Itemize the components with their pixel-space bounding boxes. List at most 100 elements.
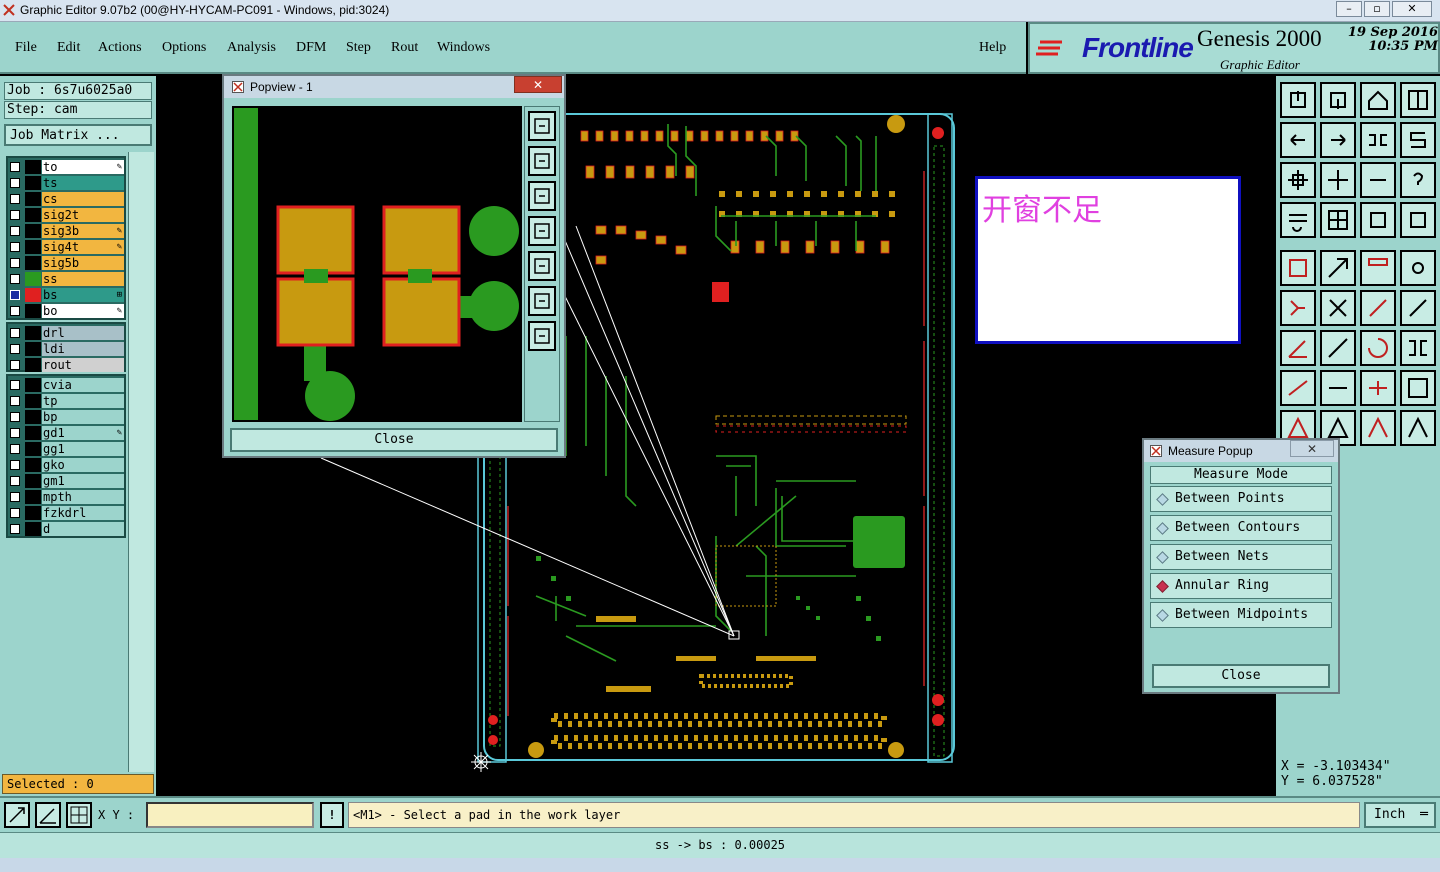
xy-input[interactable] xyxy=(146,802,314,828)
layer-color-swatch[interactable] xyxy=(25,288,41,302)
layer-name[interactable]: drl xyxy=(42,326,124,340)
layer-name[interactable]: bo ✎ xyxy=(42,304,124,318)
layer-active-tool-button[interactable] xyxy=(1400,202,1436,238)
circle-tool-button[interactable] xyxy=(1400,250,1436,286)
layer-name[interactable]: to ✎ xyxy=(42,160,124,174)
layer-checkbox[interactable] xyxy=(10,460,20,470)
layer-name[interactable]: ss xyxy=(42,272,124,286)
split-tool-button[interactable] xyxy=(1400,330,1436,366)
layer-checkbox[interactable] xyxy=(10,274,20,284)
arc-tool-button[interactable] xyxy=(1360,410,1396,446)
layer-row-gg1[interactable]: gg1 xyxy=(8,441,124,457)
node-tool-button[interactable] xyxy=(1280,290,1316,326)
layer-row-rout[interactable]: rout xyxy=(8,357,124,373)
prompt-alert-button[interactable]: ! xyxy=(320,802,344,828)
layer-row-sig4t[interactable]: sig4t ✎ xyxy=(8,239,124,255)
arc2-tool-button[interactable] xyxy=(1400,410,1436,446)
layer-name[interactable]: bs ⊞ xyxy=(42,288,124,302)
menu-options[interactable]: Options xyxy=(162,40,206,56)
layer-color-swatch[interactable] xyxy=(25,176,41,190)
measure-mode-option[interactable]: Between Nets xyxy=(1150,544,1332,570)
menu-windows[interactable]: Windows xyxy=(437,40,490,56)
move-left-popview-button[interactable] xyxy=(528,216,556,246)
layer-row-gm1[interactable]: gm1 xyxy=(8,473,124,489)
layer-name[interactable]: cvia xyxy=(42,378,124,392)
layer-checkbox[interactable] xyxy=(10,328,20,338)
zoom-fit-tool-button[interactable] xyxy=(1320,162,1356,198)
layer-row-bp[interactable]: bp xyxy=(8,409,124,425)
layer-row-tp[interactable]: tp xyxy=(8,393,124,409)
measure-tool-button[interactable] xyxy=(35,802,61,828)
layer-checkbox[interactable] xyxy=(10,306,20,316)
layer-checkbox[interactable] xyxy=(10,380,20,390)
layer-name[interactable]: sig4t ✎ xyxy=(42,240,124,254)
layer-checkbox[interactable] xyxy=(10,396,20,406)
menu-rout[interactable]: Rout xyxy=(391,40,418,56)
layer-checkbox[interactable] xyxy=(10,344,20,354)
help-tool-button[interactable] xyxy=(1400,162,1436,198)
layer-checkbox[interactable] xyxy=(10,444,20,454)
minimize-button[interactable]: – xyxy=(1336,1,1362,17)
dist-tool-button[interactable] xyxy=(1280,370,1316,406)
layer-color-swatch[interactable] xyxy=(25,410,41,424)
popview-titlebar[interactable]: Popview - 1 ✕ xyxy=(224,76,564,98)
layer-row-sig3b[interactable]: sig3b ✎ xyxy=(8,223,124,239)
menu-actions[interactable]: Actions xyxy=(98,40,142,56)
grid-tool-button[interactable] xyxy=(1320,202,1356,238)
measure-mode-option[interactable]: Between Points xyxy=(1150,486,1332,512)
layer-checkbox[interactable] xyxy=(10,162,20,172)
layer-checkbox[interactable] xyxy=(10,242,20,252)
layer-row-drl[interactable]: drl xyxy=(8,325,124,341)
layer-checkbox[interactable] xyxy=(10,290,20,300)
popview-close-button[interactable]: Close xyxy=(230,428,558,452)
grid-tool-button[interactable] xyxy=(66,802,92,828)
layer-name[interactable]: bp xyxy=(42,410,124,424)
layer-color-swatch[interactable] xyxy=(25,378,41,392)
layer-checkbox[interactable] xyxy=(10,360,20,370)
layer-row-ts[interactable]: ts xyxy=(8,175,124,191)
layer-row-d[interactable]: d xyxy=(8,521,124,537)
layer-row-bs[interactable]: bs ⊞ xyxy=(8,287,124,303)
layer-row-cs[interactable]: cs xyxy=(8,191,124,207)
job-matrix-button[interactable]: Job Matrix ... xyxy=(4,124,152,146)
move-right-tool-button[interactable] xyxy=(1320,122,1356,158)
layer-row-ldi[interactable]: ldi xyxy=(8,341,124,357)
ruler-tool-button[interactable] xyxy=(1360,250,1396,286)
menu-edit[interactable]: Edit xyxy=(57,40,80,56)
polygon-tool-button[interactable] xyxy=(1320,250,1356,286)
layer-row-gd1[interactable]: gd1 ✎ xyxy=(8,425,124,441)
layer-checkbox[interactable] xyxy=(10,476,20,486)
layer-color-swatch[interactable] xyxy=(25,240,41,254)
layer-name[interactable]: ts xyxy=(42,176,124,190)
maximize-button[interactable]: ▫ xyxy=(1364,1,1390,17)
center-tool-button[interactable] xyxy=(1360,370,1396,406)
scale-tool-button[interactable] xyxy=(1360,162,1396,198)
filter-tool-button[interactable] xyxy=(1280,202,1316,238)
measure-mode-option[interactable]: Between Midpoints xyxy=(1150,602,1332,628)
layer-checkbox[interactable] xyxy=(10,428,20,438)
measure-titlebar[interactable]: Measure Popup ✕ xyxy=(1144,440,1338,462)
pad-tool-button[interactable] xyxy=(1280,250,1316,286)
fit-tool-button[interactable] xyxy=(1280,162,1316,198)
layer-color-swatch[interactable] xyxy=(25,256,41,270)
layer-row-sig2t[interactable]: sig2t xyxy=(8,207,124,223)
zoom-tool-button[interactable] xyxy=(4,802,30,828)
layer-row-to[interactable]: to ✎ xyxy=(8,159,124,175)
layer-checkbox[interactable] xyxy=(10,524,20,534)
layer-color-swatch[interactable] xyxy=(25,358,41,372)
measure-close-x-button[interactable]: ✕ xyxy=(1290,440,1334,457)
layer-row-gko[interactable]: gko xyxy=(8,457,124,473)
angle-tool-button[interactable] xyxy=(1280,330,1316,366)
shape-tool-button[interactable] xyxy=(1400,370,1436,406)
layer-row-mpth[interactable]: mpth xyxy=(8,489,124,505)
layer-down-tool-button[interactable] xyxy=(1320,82,1356,118)
layer-name[interactable]: gd1 ✎ xyxy=(42,426,124,440)
layer-checkbox[interactable] xyxy=(10,258,20,268)
layer-name[interactable]: gm1 xyxy=(42,474,124,488)
layer-color-swatch[interactable] xyxy=(25,474,41,488)
layer-name[interactable]: fzkdrl xyxy=(42,506,124,520)
move-left-tool-button[interactable] xyxy=(1280,122,1316,158)
layer-color-swatch[interactable] xyxy=(25,458,41,472)
measure-mode-option[interactable]: Annular Ring xyxy=(1150,573,1332,599)
menu-analysis[interactable]: Analysis xyxy=(227,40,276,56)
